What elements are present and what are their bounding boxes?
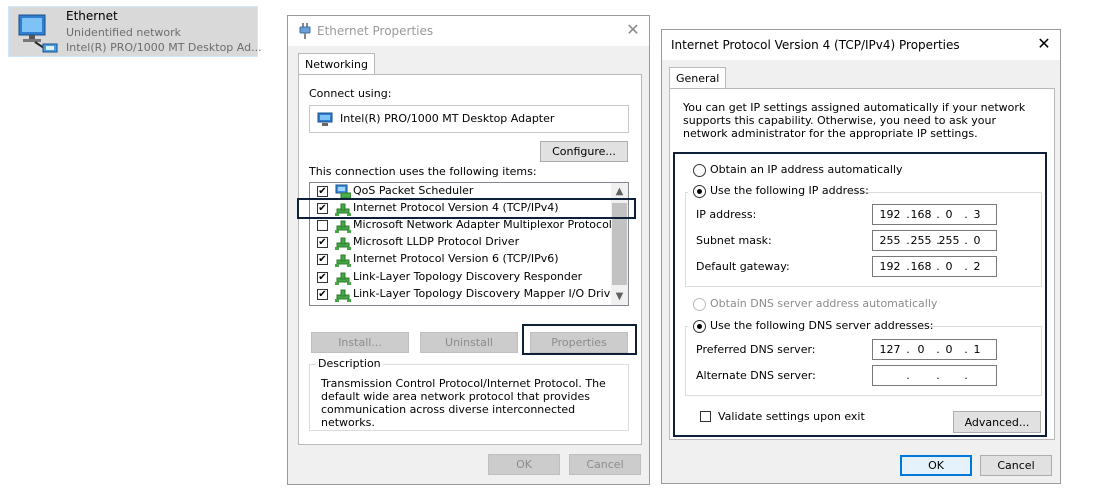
item-label: Internet Protocol Version 6 (TCP/IPv6) (353, 252, 559, 266)
ipv4-title: Internet Protocol Version 4 (TCP/IPv4) P… (671, 38, 960, 52)
item-checkbox[interactable]: ✔ (317, 271, 328, 283)
list-item[interactable]: ✔ Link-Layer Topology Discovery Responder (310, 269, 606, 286)
adapter-field: Intel(R) PRO/1000 MT Desktop Adapter (309, 105, 629, 133)
networking-panel: Connect using: Intel(R) PRO/1000 MT Desk… (298, 74, 642, 445)
list-item[interactable]: ✔ Link-Layer Topology Discovery Mapper I/… (310, 286, 622, 303)
item-checkbox[interactable]: ✔ (317, 254, 328, 266)
item-checkbox[interactable]: ✔ (317, 288, 328, 300)
close-button[interactable]: ✕ (623, 20, 643, 40)
adapter-name-text: Intel(R) PRO/1000 MT Desktop Adapter (340, 112, 555, 125)
ipv4-titlebar: Internet Protocol Version 4 (TCP/IPv4) P… (662, 30, 1060, 60)
adapter-device: Intel(R) PRO/1000 MT Desktop Ad... (66, 41, 262, 54)
network-adapter-icon (18, 14, 58, 53)
network-card-icon (317, 112, 333, 126)
list-item[interactable]: ✔ Microsoft LLDP Protocol Driver (310, 234, 606, 251)
item-label: QoS Packet Scheduler (353, 184, 474, 197)
configure-button[interactable]: Configure... (540, 141, 628, 162)
description-text: Transmission Control Protocol/Internet P… (321, 377, 606, 429)
network-plug-icon (299, 23, 311, 39)
protocol-icon (335, 252, 351, 268)
item-label: Link-Layer Topology Discovery Responder (353, 269, 583, 283)
list-item[interactable]: ✔ Internet Protocol Version 6 (TCP/IPv6) (310, 251, 606, 268)
ethernet-properties-dialog: Ethernet Properties ✕ Networking Connect… (287, 15, 650, 485)
cancel-button[interactable]: Cancel (569, 454, 641, 475)
ipv4-settings-highlight (673, 152, 1047, 437)
cancel-button[interactable]: Cancel (980, 455, 1052, 476)
item-checkbox[interactable]: ✔ (317, 186, 328, 197)
uninstall-button[interactable]: Uninstall (420, 332, 518, 353)
description-group: Description Transmission Control Protoco… (309, 357, 629, 431)
connect-using-label: Connect using: (309, 87, 392, 100)
properties-button-highlight (522, 324, 637, 355)
adapter-name: Ethernet (66, 9, 118, 23)
ethernet-title: Ethernet Properties (317, 24, 434, 38)
item-label: Microsoft Network Adapter Multiplexor Pr… (353, 218, 612, 232)
item-label: Link-Layer Topology Discovery Mapper I/O… (353, 286, 622, 300)
close-button[interactable]: ✕ (1034, 34, 1054, 54)
tab-networking[interactable]: Networking (298, 53, 375, 75)
ethernet-adapter-tile[interactable]: Ethernet Unidentified network Intel(R) P… (8, 6, 262, 57)
protocol-icon (335, 235, 351, 251)
protocol-icon (335, 218, 351, 234)
list-item[interactable]: Microsoft Network Adapter Multiplexor Pr… (310, 217, 612, 234)
ipv4-item-highlight (297, 198, 636, 219)
description-legend: Description (316, 357, 383, 370)
tab-general[interactable]: General (669, 67, 727, 89)
protocol-icon (335, 270, 351, 285)
item-checkbox[interactable] (317, 220, 328, 232)
ok-button[interactable]: OK (488, 454, 560, 475)
protocol-icon (335, 287, 351, 302)
install-button[interactable]: Install... (311, 332, 409, 353)
scroll-down-icon[interactable]: ▼ (611, 288, 628, 305)
ok-button[interactable]: OK (900, 455, 972, 476)
intro-text: You can get IP settings assigned automat… (683, 101, 1026, 140)
adapter-status: Unidentified network (66, 26, 182, 39)
items-label: This connection uses the following items… (309, 165, 537, 178)
ethernet-titlebar: Ethernet Properties ✕ (288, 16, 649, 46)
item-checkbox[interactable]: ✔ (317, 237, 328, 249)
item-label: Microsoft LLDP Protocol Driver (353, 235, 520, 249)
scheduler-icon (335, 184, 352, 199)
